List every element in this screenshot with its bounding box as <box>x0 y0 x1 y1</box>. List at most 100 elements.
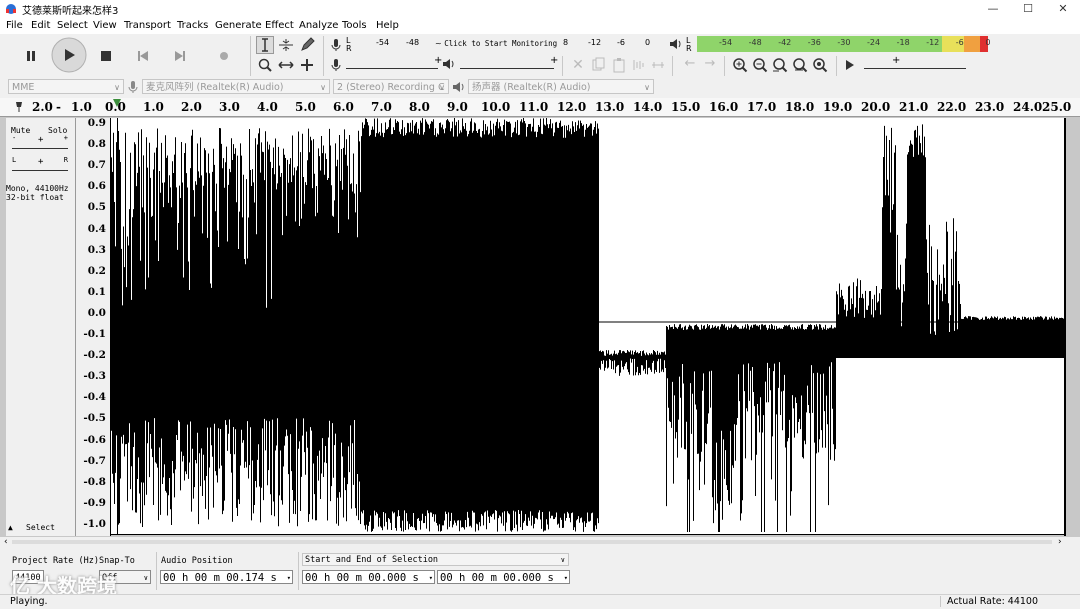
undo-button[interactable]: ← <box>682 56 698 72</box>
stop-button[interactable] <box>93 45 119 67</box>
window-title: 艾德莱斯听起来怎样3 <box>22 6 119 17</box>
ruler-tick-label: 8.0 <box>409 100 430 114</box>
amplitude-tick-label: -0.2 <box>83 349 106 362</box>
waveform-display[interactable] <box>111 118 1064 535</box>
gain-slider[interactable]: - + + <box>12 134 68 149</box>
playhead-marker[interactable] <box>113 98 121 107</box>
menu-tracks[interactable]: Tracks <box>177 20 208 31</box>
play-button[interactable] <box>51 37 87 73</box>
selection-mode-select[interactable]: Start and End of Selection ∨ <box>302 553 569 566</box>
menu-analyze[interactable]: Analyze <box>299 20 338 31</box>
zoom-in-button[interactable] <box>732 57 748 73</box>
skip-start-button[interactable] <box>130 45 156 67</box>
amplitude-tick-label: -0.4 <box>83 391 106 404</box>
amplitude-tick-label: -0.3 <box>83 370 106 383</box>
host-select[interactable]: MME ∨ <box>8 79 124 94</box>
envelope-tool-button[interactable] <box>277 36 295 54</box>
horizontal-scrollbar[interactable]: ‹ › <box>0 537 1080 548</box>
zoom-toggle-icon <box>813 58 828 73</box>
silence-icon <box>652 62 664 68</box>
scroll-left-icon[interactable]: ‹ <box>4 537 8 547</box>
trim-button[interactable] <box>631 57 647 73</box>
recording-meter[interactable]: L R -54 -48 ~ Click to Start Monitoring … <box>346 36 661 54</box>
selection-start-field[interactable]: 00 h 00 m 00.000 s ▾ <box>302 570 435 584</box>
redo-button[interactable]: → <box>702 56 718 72</box>
recording-volume-slider[interactable]: + <box>346 55 442 69</box>
skip-end-button[interactable] <box>167 45 193 67</box>
ruler-tick-label: 1.0 <box>71 100 92 114</box>
menu-view[interactable]: View <box>93 20 117 31</box>
ruler-tick-label: 10.0 <box>481 100 511 114</box>
silence-button[interactable] <box>650 57 666 73</box>
paste-button[interactable] <box>611 57 627 73</box>
menu-transport[interactable]: Transport <box>124 20 171 31</box>
zoom-tool-button[interactable] <box>256 56 274 74</box>
mic-icon[interactable] <box>330 38 342 55</box>
pan-slider[interactable]: L + R <box>12 156 68 171</box>
scroll-right-icon[interactable]: › <box>1058 537 1062 547</box>
minimize-button[interactable]: — <box>978 0 1008 17</box>
maximize-button[interactable]: ☐ <box>1013 0 1043 17</box>
project-rate-label: Project Rate (Hz) <box>12 556 99 566</box>
fit-selection-button[interactable] <box>772 57 788 73</box>
amplitude-tick-label: 0.4 <box>87 222 106 235</box>
multi-tool-button[interactable] <box>298 56 316 74</box>
ibeam-icon <box>262 38 268 52</box>
scroll-thumb[interactable] <box>12 540 1052 544</box>
playback-meter-tick: -54 <box>719 38 733 47</box>
track-select-button[interactable]: Select <box>26 523 55 532</box>
selection-end-field[interactable]: 00 h 00 m 00.000 s ▾ <box>437 570 570 584</box>
playback-device-value: 扬声器 (Realtek(R) Audio) <box>472 82 591 93</box>
pause-button[interactable] <box>18 45 44 67</box>
app-icon <box>5 3 17 14</box>
selection-tool-button[interactable] <box>256 36 274 54</box>
ruler-tick-label: 17.0 <box>747 100 777 114</box>
amplitude-tick-label: 0.5 <box>87 201 106 214</box>
vertical-ruler[interactable]: 0.9 0.8 0.7 0.6 0.5 0.4 0.3 0.2 0.1 0.0 -0.1 -0.2 -0… <box>76 117 111 536</box>
record-button[interactable] <box>211 45 237 67</box>
collapse-icon[interactable]: ▲ <box>8 523 13 532</box>
slider-thumb[interactable]: + <box>550 55 558 66</box>
ruler-tick-label: - <box>56 100 61 114</box>
menu-help[interactable]: Help <box>376 20 399 31</box>
slider-thumb[interactable]: + <box>892 55 900 66</box>
waveform <box>111 118 1064 532</box>
timeline-ruler[interactable]: 2.0-1.0 0.0 1.0 2.0 3.0 4.0 5.0 6.0 7.0 8.0 9.0 10.… <box>0 98 1080 117</box>
menu-file[interactable]: File <box>6 20 23 31</box>
zoom-out-button[interactable] <box>752 57 768 73</box>
timeshift-tool-button[interactable] <box>277 56 295 74</box>
menu-effect[interactable]: Effect <box>265 20 294 31</box>
pin-icon[interactable] <box>14 101 24 116</box>
draw-tool-button[interactable] <box>298 36 316 54</box>
playback-device-select[interactable]: 扬声器 (Realtek(R) Audio) ∨ <box>468 79 654 94</box>
speaker-icon[interactable] <box>669 38 683 53</box>
device-speaker-icon <box>452 81 466 96</box>
playback-meter-tick: -18 <box>896 38 910 47</box>
ruler-tick-label: 12.0 <box>557 100 587 114</box>
recording-device-select[interactable]: 麦克风阵列 (Realtek(R) Audio) ∨ <box>142 79 330 94</box>
fit-project-button[interactable] <box>792 57 808 73</box>
zoom-toggle-button[interactable] <box>812 57 828 73</box>
amplitude-tick-label: -0.8 <box>83 475 106 488</box>
play-at-speed-slider[interactable]: + <box>864 55 966 69</box>
rec-tick: 8 <box>563 38 569 47</box>
playback-meter-bar: -54 -48 -42 -36 -30 -24 -18 -12 -6 0 <box>697 36 993 52</box>
playback-meter-tick: 0 <box>985 38 991 47</box>
record-icon <box>220 52 228 60</box>
channels-select[interactable]: 2 (Stereo) Recording C ∨ <box>333 79 449 94</box>
ruler-tick-label: 7.0 <box>371 100 392 114</box>
track-control-panel[interactable]: Mute Solo - + + L + R Mono, 44100Hz 32-bit f… <box>6 118 76 536</box>
menu-edit[interactable]: Edit <box>31 20 50 31</box>
playback-volume-slider[interactable]: + <box>460 55 558 69</box>
close-button[interactable]: ✕ <box>1048 0 1078 17</box>
cut-button[interactable]: ✕ <box>570 57 586 73</box>
menu-generate[interactable]: Generate <box>215 20 262 31</box>
play-at-speed-button[interactable] <box>843 57 857 73</box>
trim-icon <box>633 60 644 70</box>
title-bar: 艾德莱斯听起来怎样3 — ☐ ✕ <box>0 0 1080 17</box>
pencil-icon <box>301 37 315 51</box>
menu-tools[interactable]: Tools <box>342 20 367 31</box>
copy-button[interactable] <box>591 57 607 73</box>
menu-select[interactable]: Select <box>57 20 88 31</box>
audio-position-field[interactable]: 00 h 00 m 00.174 s ▾ <box>160 570 293 584</box>
